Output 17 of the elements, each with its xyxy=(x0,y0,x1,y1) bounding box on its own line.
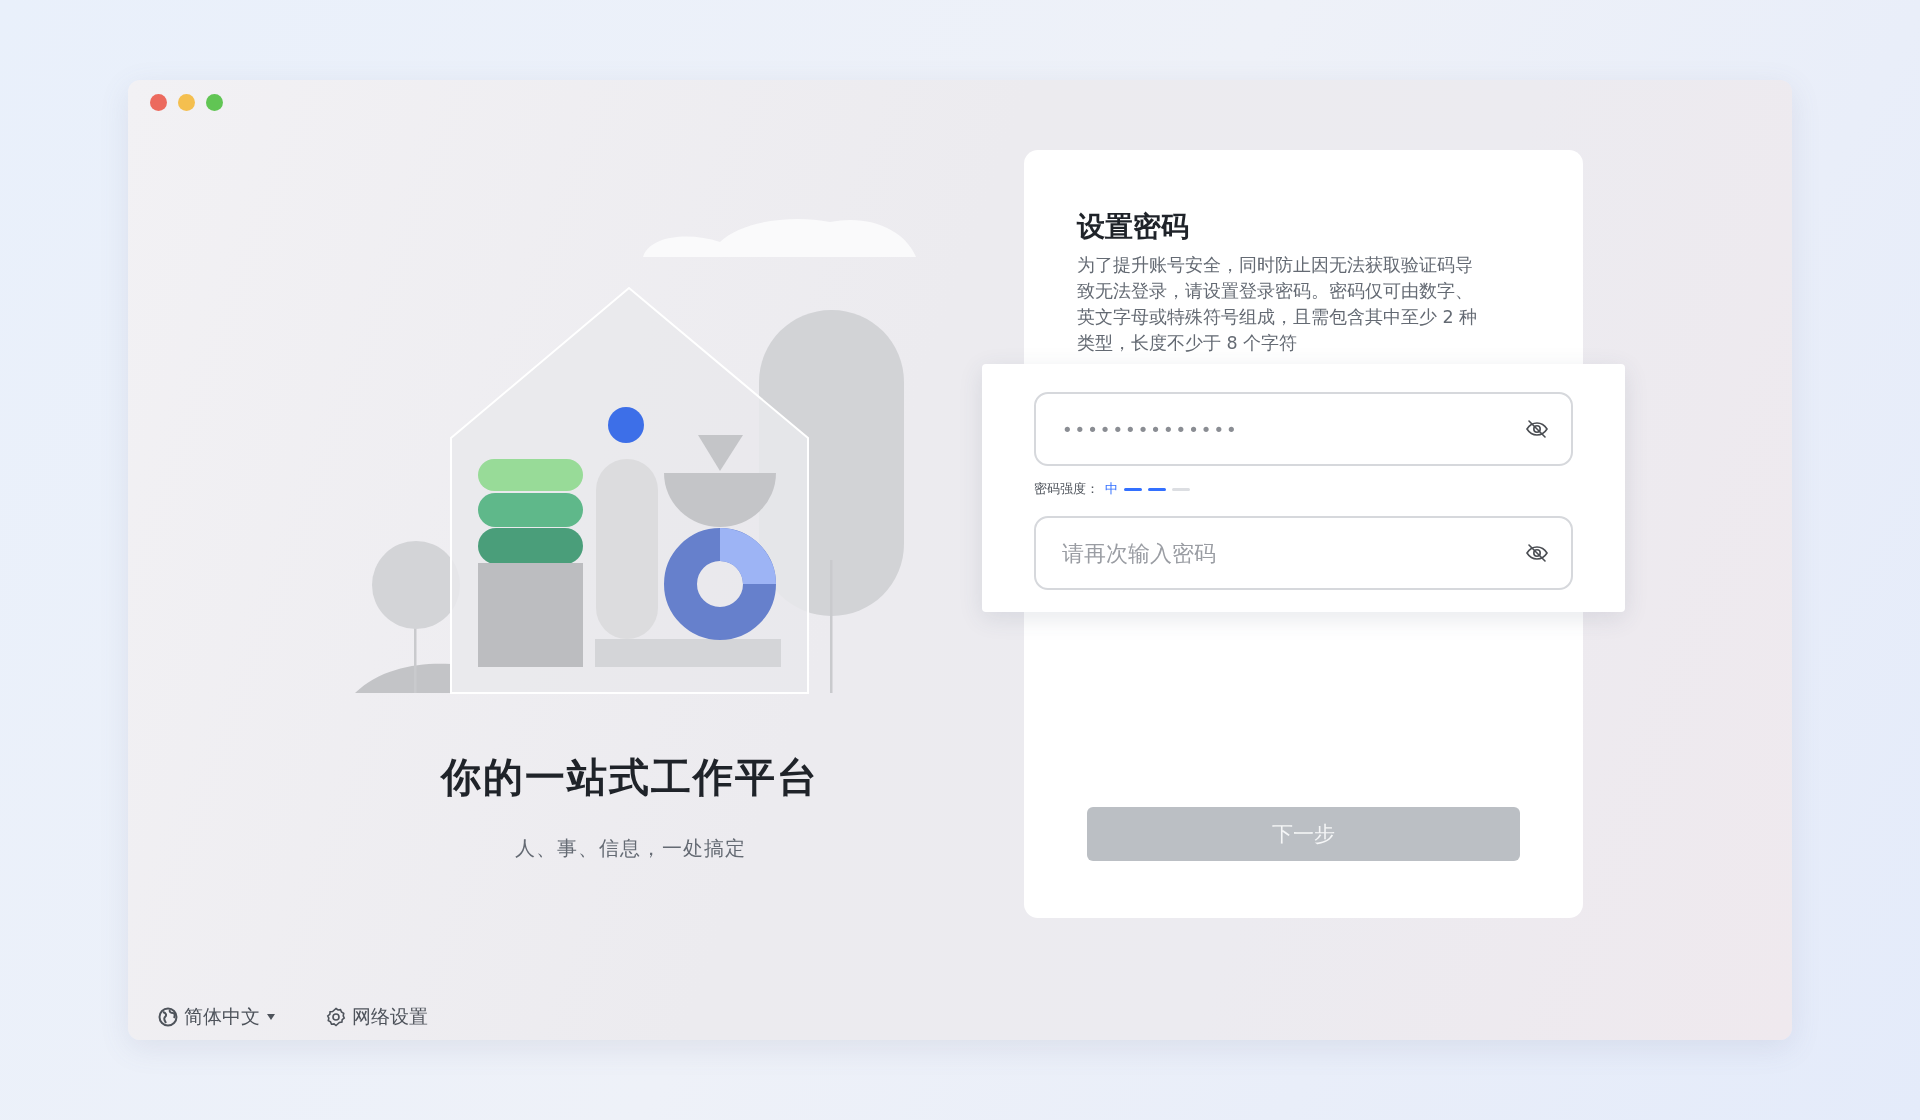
eye-slash-icon[interactable] xyxy=(1525,541,1549,565)
strength-value: 中 xyxy=(1105,480,1118,498)
network-settings-link[interactable]: 网络设置 xyxy=(326,1004,428,1030)
eye-slash-icon[interactable] xyxy=(1525,417,1549,441)
form-title: 设置密码 xyxy=(1077,209,1190,245)
window-control-button[interactable] xyxy=(206,94,223,111)
language-selector[interactable]: 简体中文 xyxy=(158,1004,276,1030)
window-control-button[interactable] xyxy=(178,94,195,111)
hero-title: 你的一站式工作平台 xyxy=(441,753,819,802)
form-description: 为了提升账号安全，同时防止因无法获取验证码导致无法登录，请设置登录密码。密码仅可由数字、英文字母或特殊符号组成，且需包含其中至少 2 种类型，长度不少于 8 个字符 xyxy=(1077,254,1479,355)
confirm-password-field[interactable]: 请再次输入密码 xyxy=(1034,516,1573,590)
strength-label: 密码强度： xyxy=(1034,480,1099,498)
window-control-button[interactable] xyxy=(150,94,167,111)
globe-icon xyxy=(158,1007,178,1027)
settings-icon xyxy=(326,1007,346,1027)
caret-icon xyxy=(266,1013,276,1021)
hero-subtitle: 人、事、信息，一处搞定 xyxy=(514,835,746,862)
